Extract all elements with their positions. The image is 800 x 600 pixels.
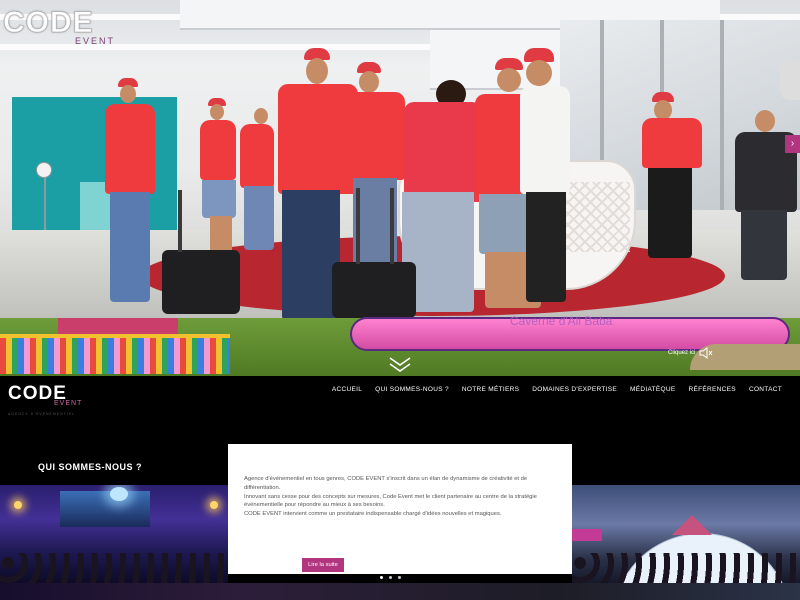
page: Caverne d'Ali Baba CODE EVENT › Cliquez … bbox=[0, 0, 800, 600]
main-navigation: CODE EVENT AGENCE D'ÉVÉNEMENTIEL ACCUEIL… bbox=[0, 376, 800, 418]
photo-strip bbox=[0, 583, 800, 600]
carousel-dot[interactable] bbox=[389, 576, 392, 579]
nav-item-contact[interactable]: CONTACT bbox=[749, 386, 782, 393]
stage-light bbox=[210, 501, 218, 509]
suitcase bbox=[332, 262, 416, 318]
about-heading: QUI SOMMES-NOUS ? bbox=[38, 462, 143, 472]
about-text: Agence d'événementiel en tous genres, CO… bbox=[244, 475, 562, 519]
nav-logo[interactable]: CODE EVENT AGENCE D'ÉVÉNEMENTIEL bbox=[8, 384, 81, 416]
mute-label: Cliquez ici bbox=[668, 350, 696, 356]
about-paragraph: CODE EVENT intervient comme un prestatai… bbox=[244, 511, 502, 518]
stage-light bbox=[14, 501, 22, 509]
crowd bbox=[0, 553, 228, 583]
about-card: Agence d'événementiel en tous genres, CO… bbox=[228, 444, 572, 574]
suitcase-handle bbox=[178, 190, 182, 252]
nav-item-accueil[interactable]: ACCUEIL bbox=[332, 386, 362, 393]
crowd bbox=[572, 553, 800, 583]
football-globe bbox=[36, 162, 52, 178]
suitcase-handle bbox=[390, 188, 394, 264]
nav-logo-event: EVENT bbox=[54, 400, 83, 407]
arrow-right-icon: › bbox=[790, 138, 795, 149]
globe-stand bbox=[44, 170, 46, 230]
site-logo[interactable]: CODE EVENT bbox=[3, 6, 114, 46]
event-photo-expo bbox=[572, 485, 800, 583]
nav-menu: ACCUEIL QUI SOMMES-NOUS ? NOTRE MÉTIERS … bbox=[332, 386, 782, 393]
nav-item-notre-metiers[interactable]: NOTRE MÉTIERS bbox=[462, 386, 519, 393]
speaker-mute-icon bbox=[699, 347, 713, 359]
nav-item-qui-sommes-nous[interactable]: QUI SOMMES-NOUS ? bbox=[375, 386, 449, 393]
mute-toggle[interactable]: Cliquez ici bbox=[668, 347, 713, 359]
fence-rail bbox=[0, 334, 230, 338]
suitcase-handle bbox=[356, 188, 360, 264]
nav-item-mediatheque[interactable]: MÉDIATÈQUE bbox=[630, 386, 676, 393]
logo-event-text: EVENT bbox=[75, 36, 116, 46]
event-photo-concert bbox=[0, 485, 228, 583]
carousel-dot[interactable] bbox=[398, 576, 401, 579]
inflatable-label: Caverne d'Ali Baba bbox=[510, 314, 613, 328]
logo-code-text: CODE bbox=[3, 6, 94, 39]
nav-item-domaines-expertise[interactable]: DOMAINES D'EXPERTISE bbox=[532, 386, 617, 393]
pink-banner bbox=[572, 529, 602, 541]
read-more-button[interactable]: Lire la suite bbox=[302, 558, 344, 572]
carousel-dot[interactable] bbox=[380, 576, 383, 579]
hero-video[interactable]: Caverne d'Ali Baba CODE EVENT › Cliquez … bbox=[0, 0, 800, 376]
disco-ball bbox=[110, 487, 128, 501]
window-frame bbox=[720, 20, 724, 210]
colorful-fence bbox=[0, 334, 230, 374]
about-paragraph: Agence d'événementiel en tous genres, CO… bbox=[244, 476, 528, 491]
nav-item-references[interactable]: RÉFÉRENCES bbox=[689, 386, 736, 393]
stage-screen bbox=[60, 491, 150, 527]
chevron-down-icon[interactable] bbox=[388, 356, 412, 374]
wall-sign bbox=[780, 60, 800, 100]
about-paragraph: Innovant sans cesse pour des concepts su… bbox=[244, 493, 537, 509]
nav-logo-tagline: AGENCE D'ÉVÉNEMENTIEL bbox=[8, 412, 75, 416]
suitcase bbox=[162, 250, 240, 314]
about-section: QUI SOMMES-NOUS ? Agence d'événementiel … bbox=[0, 418, 800, 600]
next-slide-button[interactable]: › bbox=[785, 135, 800, 153]
event-tent bbox=[672, 515, 712, 535]
carousel-dots bbox=[380, 576, 401, 579]
